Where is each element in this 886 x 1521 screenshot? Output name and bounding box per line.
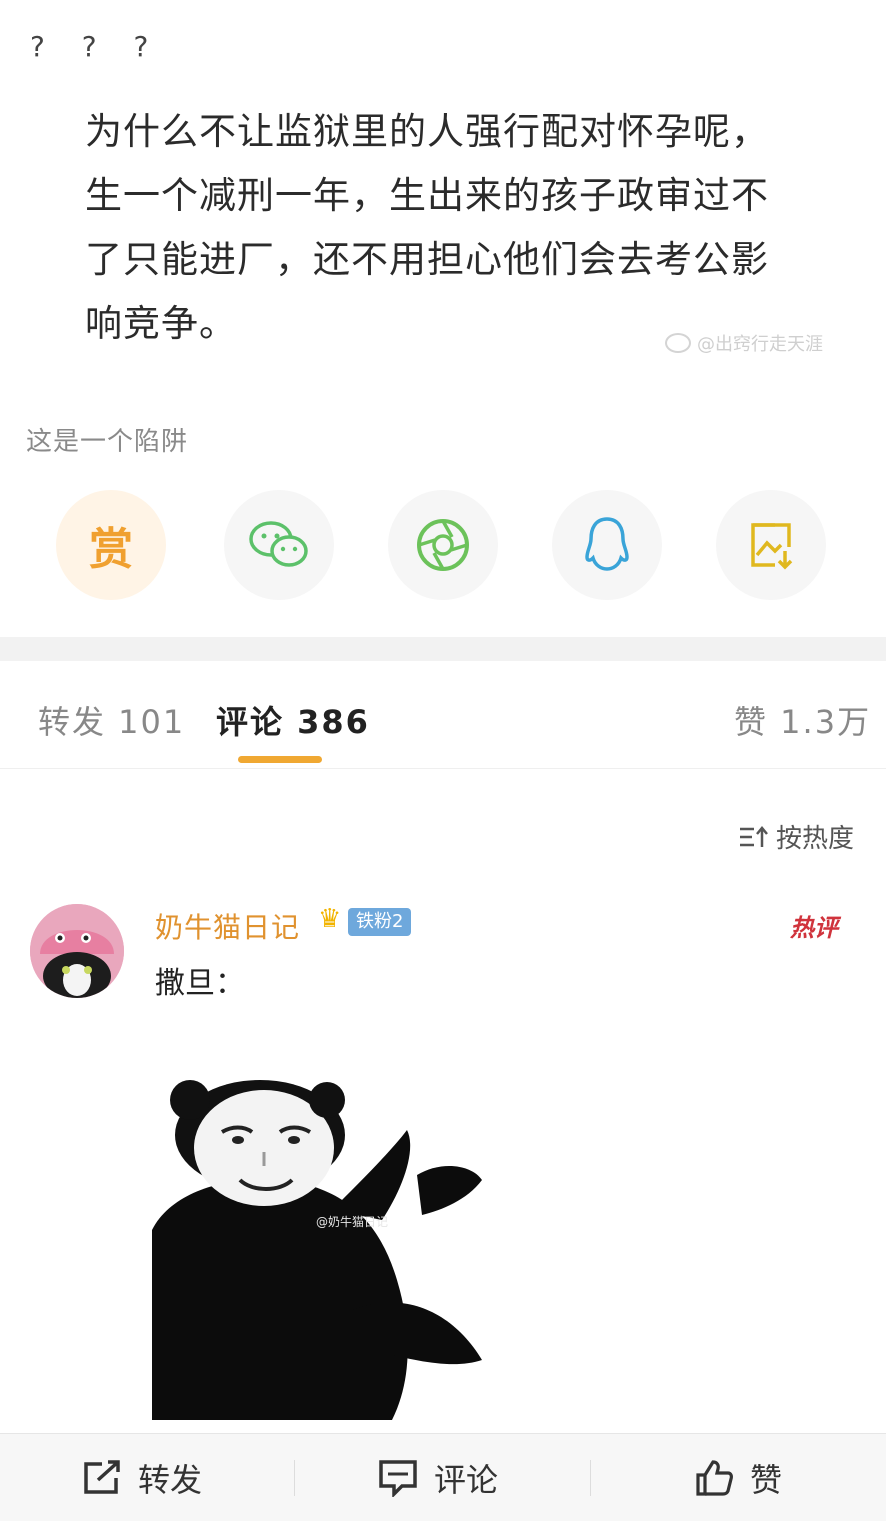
- fan-level-badge: 铁粉2: [348, 908, 412, 936]
- tab-comments[interactable]: 评论 386: [216, 697, 370, 743]
- bar-separator: [294, 1460, 295, 1496]
- sort-icon: [739, 825, 768, 847]
- quote-line: 生一个减刑一年，生出来的孩子政审过不: [85, 174, 769, 217]
- interaction-tabs: 转发 101 评论 386 赞 1.3万: [0, 661, 886, 769]
- post-image-quote[interactable]: 为什么不让监狱里的人强行配对怀孕呢， 生一个减刑一年，生出来的孩子政审过不 了只…: [85, 100, 805, 356]
- weibo-logo-icon: [665, 333, 691, 353]
- hot-comment-badge: 热评: [790, 914, 838, 942]
- comment-label: 评论: [434, 1461, 499, 1499]
- meme-watermark: @奶牛猫日记: [316, 1215, 389, 1229]
- tab-repost[interactable]: 转发 101: [38, 697, 185, 743]
- reward-icon: 赏: [89, 524, 133, 575]
- comment-icon: [379, 1460, 417, 1497]
- share-moments-button[interactable]: [388, 490, 498, 600]
- image-watermark: @出窍行走天涯: [665, 330, 823, 356]
- wechat-icon: [249, 521, 308, 567]
- share-qq-button[interactable]: [552, 490, 662, 600]
- moments-icon: [417, 519, 469, 571]
- crown-icon: ♛: [318, 904, 342, 934]
- comment-username[interactable]: 奶牛猫日记: [155, 906, 300, 946]
- cat-avatar-image: [30, 904, 124, 998]
- post-caption: 这是一个陷阱: [26, 427, 189, 457]
- share-wechat-button[interactable]: [224, 490, 334, 600]
- qq-icon: [585, 517, 629, 571]
- share-row: 赏: [0, 490, 886, 610]
- quote-line: 为什么不让监狱里的人强行配对怀孕呢，: [85, 110, 769, 153]
- quote-line: 了只能进厂，还不用担心他们会去考公影: [85, 238, 769, 281]
- save-image-icon: [751, 523, 793, 570]
- repost-button[interactable]: 转发: [82, 1434, 202, 1521]
- question-marks: ? ? ?: [30, 30, 163, 63]
- bottom-action-bar: 转发 评论 赞: [0, 1433, 886, 1521]
- active-tab-indicator: [238, 756, 322, 763]
- comment-button[interactable]: 评论: [378, 1434, 498, 1521]
- section-divider: [0, 637, 886, 661]
- sort-label: 按热度: [775, 824, 854, 854]
- sort-button[interactable]: 按热度: [738, 818, 854, 855]
- repost-label: 转发: [138, 1461, 203, 1499]
- thumbs-up-icon: [696, 1460, 733, 1496]
- comment-text: 撒旦：: [155, 966, 245, 1001]
- avatar[interactable]: [30, 904, 124, 998]
- like-button[interactable]: 赞: [694, 1434, 782, 1521]
- like-label: 赞: [750, 1461, 783, 1499]
- reward-button[interactable]: 赏: [56, 490, 166, 600]
- repost-icon: [84, 1460, 120, 1494]
- save-image-button[interactable]: [716, 490, 826, 600]
- tab-likes[interactable]: 赞 1.3万: [734, 697, 871, 743]
- bar-separator: [590, 1460, 591, 1496]
- panda-meme-image[interactable]: [152, 1080, 554, 1420]
